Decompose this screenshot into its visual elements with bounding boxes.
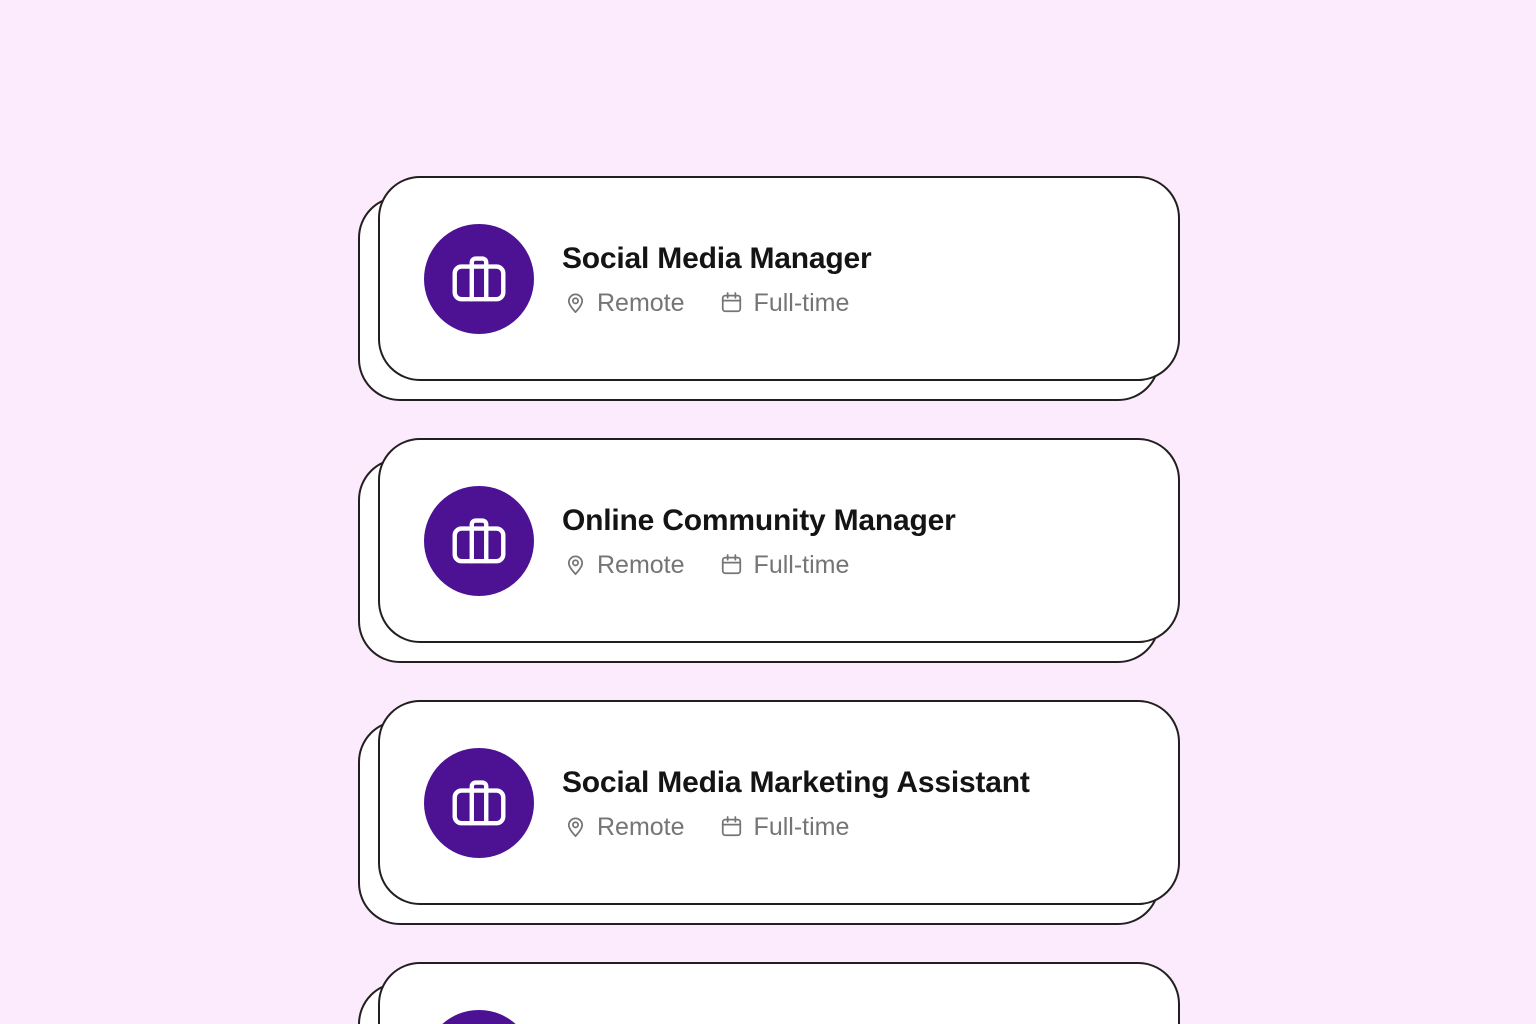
job-card-text: Online Community Manager Remote Full-time: [562, 504, 956, 577]
job-title: Online Community Manager: [562, 504, 956, 537]
briefcase-icon: [424, 747, 534, 858]
map-pin-icon: [562, 289, 588, 315]
calendar-icon: [719, 813, 745, 839]
job-meta-row: Remote Full-time: [562, 813, 1030, 839]
job-meta-label: Remote: [597, 550, 685, 579]
job-card-stack: Social Media Marketing Assistant Remote Fu…: [358, 700, 1180, 925]
briefcase-icon: [424, 485, 534, 596]
job-card-stack: [358, 962, 1180, 1024]
job-meta-item: Remote: [562, 289, 685, 315]
job-listing-screen: Social Media Manager Remote Full-time Onlin…: [0, 0, 1536, 1024]
job-card-stack: Social Media Manager Remote Full-time: [358, 176, 1180, 401]
job-card-list: Social Media Manager Remote Full-time Onlin…: [0, 0, 1536, 1024]
job-meta-item: Full-time: [719, 288, 850, 317]
job-meta-label: Full-time: [753, 550, 850, 579]
job-meta-item: Full-time: [719, 550, 850, 579]
map-pin-icon: [562, 813, 588, 839]
job-meta-row: Remote Full-time: [562, 289, 871, 315]
job-card-text: Social Media Marketing Assistant Remote Fu…: [562, 766, 1030, 839]
job-meta-label: Remote: [597, 812, 685, 841]
job-card[interactable]: [378, 962, 1180, 1024]
briefcase-icon: [424, 1009, 534, 1024]
job-card[interactable]: Online Community Manager Remote Full-time: [378, 438, 1180, 643]
job-meta-row: Remote Full-time: [562, 551, 956, 577]
job-card[interactable]: Social Media Manager Remote Full-time: [378, 176, 1180, 381]
briefcase-icon: [424, 223, 534, 334]
job-title: Social Media Marketing Assistant: [562, 766, 1030, 799]
job-title: Social Media Manager: [562, 242, 872, 275]
job-card-stack: Online Community Manager Remote Full-time: [358, 438, 1180, 663]
job-card-text: Social Media Manager Remote Full-time: [562, 242, 872, 315]
job-meta-item: Remote: [562, 813, 685, 839]
job-meta-label: Remote: [597, 288, 685, 317]
calendar-icon: [719, 289, 745, 315]
job-meta-label: Full-time: [753, 288, 850, 317]
calendar-icon: [719, 551, 745, 577]
job-meta-item: Remote: [562, 551, 685, 577]
map-pin-icon: [562, 551, 588, 577]
job-card[interactable]: Social Media Marketing Assistant Remote Fu…: [378, 700, 1180, 905]
job-meta-item: Full-time: [719, 812, 850, 841]
job-meta-label: Full-time: [753, 812, 850, 841]
